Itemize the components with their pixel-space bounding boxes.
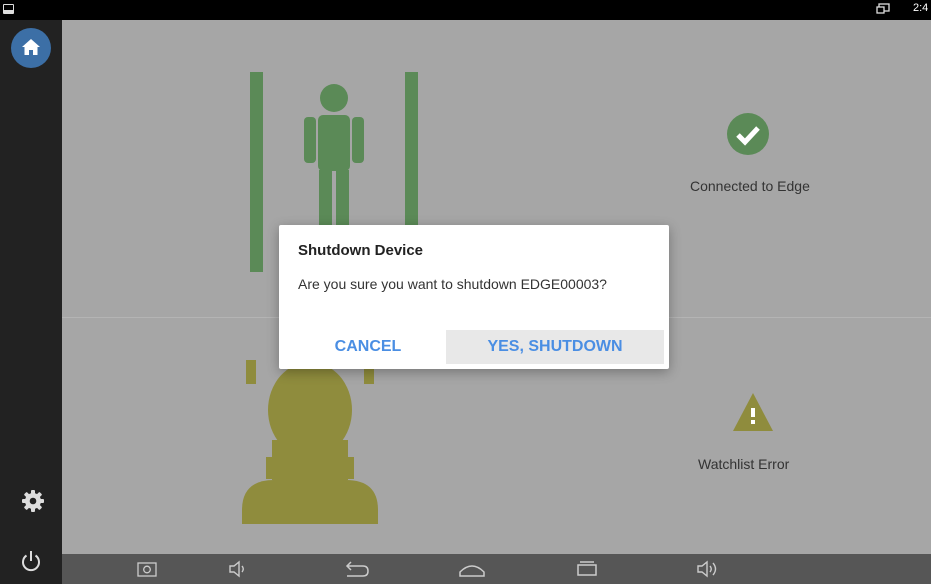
cast-icon [876, 3, 890, 14]
home-icon [22, 39, 40, 55]
check-circle-icon [727, 113, 769, 155]
edge-status-label: Connected to Edge [690, 178, 810, 194]
back-icon[interactable] [341, 559, 371, 579]
home-nav-icon[interactable] [457, 559, 487, 579]
confirm-shutdown-button[interactable]: YES, SHUTDOWN [446, 330, 664, 364]
status-clock: 2:4 [913, 2, 929, 14]
watchlist-status-label: Watchlist Error [698, 456, 790, 472]
volume-down-icon[interactable] [228, 559, 250, 579]
status-bar: 2:4 [0, 0, 931, 20]
recents-icon[interactable] [574, 559, 600, 579]
dialog-message: Are you sure you want to shutdown EDGE00… [298, 276, 607, 292]
shutdown-dialog: Shutdown Device Are you sure you want to… [279, 225, 669, 369]
dialog-title: Shutdown Device [298, 242, 424, 259]
gear-icon[interactable] [21, 489, 45, 513]
power-icon[interactable] [18, 548, 44, 574]
screenshot-icon[interactable] [136, 559, 158, 579]
android-nav-bar [62, 554, 931, 584]
home-button[interactable] [11, 28, 51, 68]
notification-icon [3, 4, 14, 14]
face-scan-icon [242, 360, 378, 524]
cancel-button[interactable]: CANCEL [311, 330, 425, 364]
warning-icon [733, 393, 773, 431]
volume-up-icon[interactable] [696, 559, 722, 579]
